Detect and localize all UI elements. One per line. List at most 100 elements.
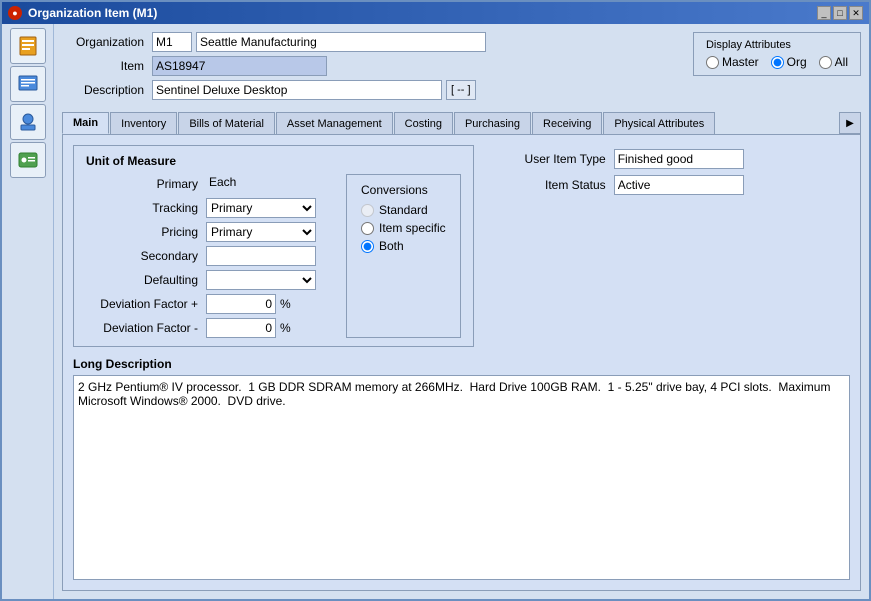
description-label: Description xyxy=(62,83,152,97)
tracking-label: Tracking xyxy=(86,201,206,215)
user-item-type-label: User Item Type xyxy=(514,152,614,166)
sidebar xyxy=(2,24,54,599)
dev-minus-row: Deviation Factor - % xyxy=(86,318,316,338)
primary-label: Primary xyxy=(86,177,206,191)
tab-receiving[interactable]: Receiving xyxy=(532,112,602,134)
pricing-row: Pricing Primary xyxy=(86,222,316,242)
uom-content: Primary Each Tracking Primary xyxy=(86,174,461,338)
tab-physical[interactable]: Physical Attributes xyxy=(603,112,715,134)
org-row: Organization xyxy=(62,32,669,52)
conv-item-specific-label: Item specific xyxy=(379,221,446,235)
defaulting-select[interactable] xyxy=(206,270,316,290)
dev-plus-input[interactable] xyxy=(206,294,276,314)
org-name-input[interactable] xyxy=(196,32,486,52)
secondary-row: Secondary xyxy=(86,246,316,266)
conv-both-input[interactable] xyxy=(361,240,374,253)
tab-costing[interactable]: Costing xyxy=(394,112,453,134)
user-item-type-input[interactable] xyxy=(614,149,744,169)
radio-org[interactable]: Org xyxy=(771,55,807,69)
dev-minus-input[interactable] xyxy=(206,318,276,338)
conv-both[interactable]: Both xyxy=(361,239,446,253)
primary-value: Each xyxy=(206,174,239,194)
defaulting-label: Defaulting xyxy=(86,273,206,287)
form-header: Organization Item Description [ -- ] xyxy=(62,32,861,104)
dev-plus-pct: % xyxy=(280,297,291,311)
long-desc-title: Long Description xyxy=(73,357,850,371)
radio-master-input[interactable] xyxy=(706,56,719,69)
conv-standard-input[interactable] xyxy=(361,204,374,217)
item-row: Item xyxy=(62,56,669,76)
display-attributes-title: Display Attributes xyxy=(706,39,848,51)
item-status-input[interactable] xyxy=(614,175,744,195)
conv-standard-label: Standard xyxy=(379,203,428,217)
conversions-title: Conversions xyxy=(361,183,446,197)
minimize-button[interactable]: _ xyxy=(817,6,831,20)
dev-plus-row: Deviation Factor + % xyxy=(86,294,316,314)
conv-radio-group: Standard Item specific Both xyxy=(361,203,446,253)
panel-top: Unit of Measure Primary Each Tracking xyxy=(73,145,850,347)
tabs-row: Main Inventory Bills of Material Asset M… xyxy=(62,112,861,134)
tracking-select[interactable]: Primary xyxy=(206,198,316,218)
item-status-row: Item Status xyxy=(514,175,744,195)
sidebar-btn-2[interactable] xyxy=(10,66,46,102)
radio-master[interactable]: Master xyxy=(706,55,759,69)
title-bar: ● Organization Item (M1) _ □ ✕ xyxy=(2,2,869,24)
tab-panel-main: Unit of Measure Primary Each Tracking xyxy=(62,134,861,591)
conv-standard[interactable]: Standard xyxy=(361,203,446,217)
sidebar-btn-4[interactable] xyxy=(10,142,46,178)
window-title: Organization Item (M1) xyxy=(28,6,157,20)
tab-bom[interactable]: Bills of Material xyxy=(178,112,275,134)
defaulting-row: Defaulting xyxy=(86,270,316,290)
display-attributes: Display Attributes Master Org All xyxy=(693,32,861,76)
conversions-box: Conversions Standard Item specific xyxy=(346,174,461,338)
item-input[interactable] xyxy=(152,56,327,76)
conv-item-specific-input[interactable] xyxy=(361,222,374,235)
tab-purchasing[interactable]: Purchasing xyxy=(454,112,531,134)
org-num-input[interactable] xyxy=(152,32,192,52)
pricing-select[interactable]: Primary xyxy=(206,222,316,242)
main-window: ● Organization Item (M1) _ □ ✕ xyxy=(0,0,871,601)
radio-org-label: Org xyxy=(787,55,807,69)
user-item-type-row: User Item Type xyxy=(514,149,744,169)
main-content: Organization Item Description [ -- ] xyxy=(2,24,869,599)
radio-all-input[interactable] xyxy=(819,56,832,69)
tab-inventory[interactable]: Inventory xyxy=(110,112,177,134)
secondary-input[interactable] xyxy=(206,246,316,266)
content-area: Organization Item Description [ -- ] xyxy=(54,24,869,599)
conv-both-label: Both xyxy=(379,239,404,253)
pricing-label: Pricing xyxy=(86,225,206,239)
maximize-button[interactable]: □ xyxy=(833,6,847,20)
dev-minus-label: Deviation Factor - xyxy=(86,321,206,335)
close-button[interactable]: ✕ xyxy=(849,6,863,20)
long-desc-section: Long Description 2 GHz Pentium® IV proce… xyxy=(73,357,850,580)
uom-fields: Primary Each Tracking Primary xyxy=(86,174,316,338)
sidebar-icon-1 xyxy=(17,35,39,57)
sidebar-btn-3[interactable] xyxy=(10,104,46,140)
org-label: Organization xyxy=(62,35,152,49)
description-row: Description [ -- ] xyxy=(62,80,669,100)
title-bar-left: ● Organization Item (M1) xyxy=(8,6,157,20)
radio-all-label: All xyxy=(835,55,848,69)
description-btn[interactable]: [ -- ] xyxy=(446,80,476,100)
tab-main[interactable]: Main xyxy=(62,112,109,134)
description-input[interactable] xyxy=(152,80,442,100)
radio-org-input[interactable] xyxy=(771,56,784,69)
sidebar-icon-2 xyxy=(17,73,39,95)
title-buttons: _ □ ✕ xyxy=(817,6,863,20)
long-desc-textarea[interactable]: 2 GHz Pentium® IV processor. 1 GB DDR SD… xyxy=(73,375,850,580)
primary-row: Primary Each xyxy=(86,174,316,194)
item-status-label: Item Status xyxy=(514,178,614,192)
tracking-row: Tracking Primary xyxy=(86,198,316,218)
tab-scroll-right[interactable]: ▶ xyxy=(839,112,861,134)
uom-section: Unit of Measure Primary Each Tracking xyxy=(73,145,474,347)
sidebar-icon-4 xyxy=(17,149,39,171)
tab-asset[interactable]: Asset Management xyxy=(276,112,393,134)
item-label: Item xyxy=(62,59,152,73)
dev-plus-label: Deviation Factor + xyxy=(86,297,206,311)
window-icon: ● xyxy=(8,6,22,20)
sidebar-btn-1[interactable] xyxy=(10,28,46,64)
radio-all[interactable]: All xyxy=(819,55,848,69)
form-fields: Organization Item Description [ -- ] xyxy=(62,32,669,104)
conv-item-specific[interactable]: Item specific xyxy=(361,221,446,235)
uom-section-title: Unit of Measure xyxy=(86,154,461,168)
